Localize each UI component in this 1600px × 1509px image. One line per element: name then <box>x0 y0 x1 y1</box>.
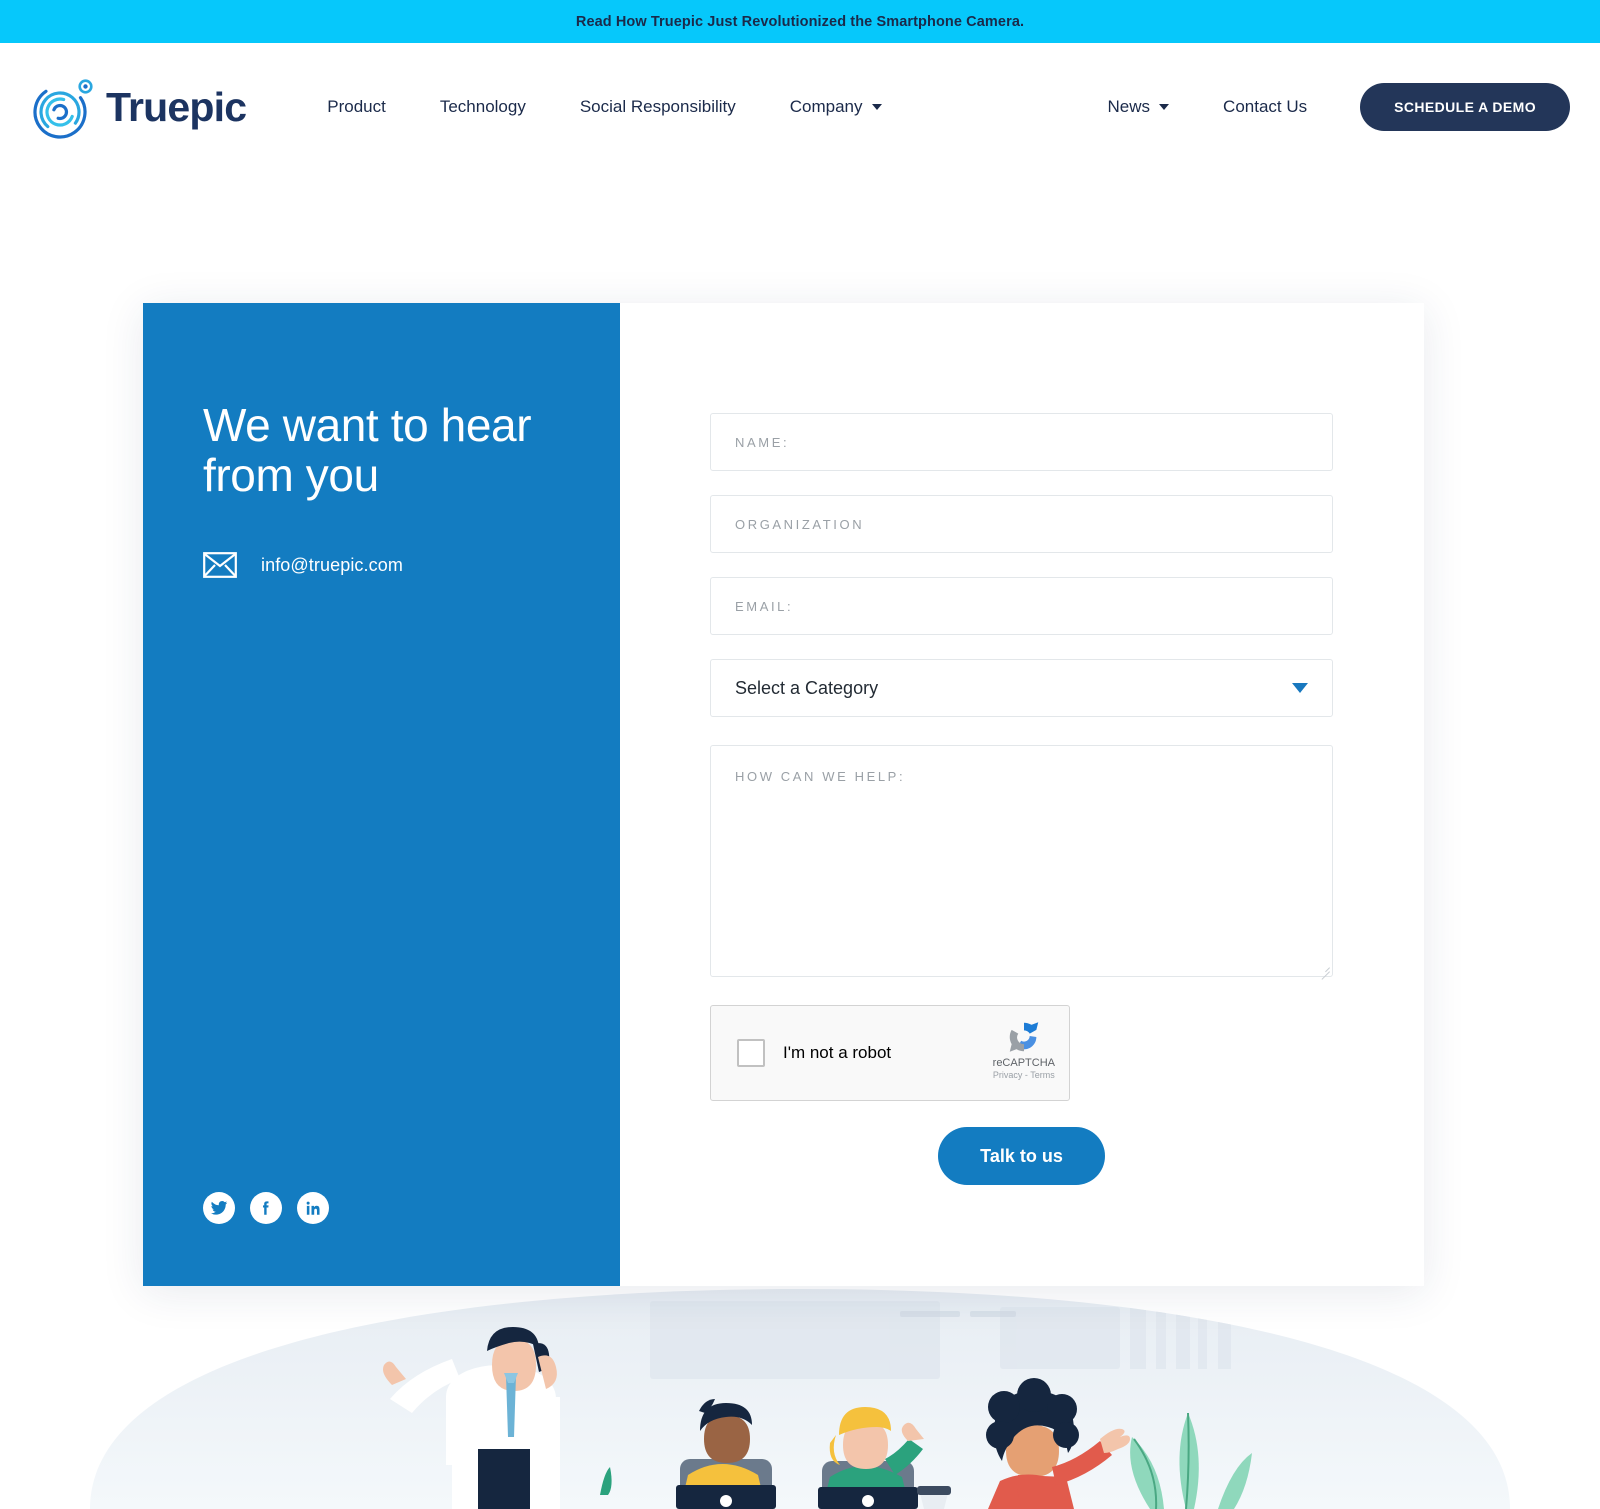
organization-field[interactable]: ORGANIZATION <box>710 495 1333 553</box>
logo[interactable]: Truepic <box>28 72 247 142</box>
schedule-demo-button[interactable]: SCHEDULE A DEMO <box>1360 83 1570 131</box>
announcement-banner[interactable]: Read How Truepic Just Revolutionized the… <box>0 0 1600 43</box>
submit-row: Talk to us <box>710 1127 1333 1185</box>
message-field-placeholder: HOW CAN WE HELP: <box>735 769 906 784</box>
chevron-down-icon <box>871 104 882 110</box>
nav-item-contact-us[interactable]: Contact Us <box>1196 97 1334 117</box>
nav-item-label: Social Responsibility <box>579 97 736 116</box>
recaptcha-logo-icon <box>1005 1018 1043 1056</box>
category-select-value: Select a Category <box>735 677 879 698</box>
panel-title: We want to hear from you <box>203 399 532 501</box>
nav-item-label: News <box>1107 97 1151 116</box>
primary-nav: Product Technology Social Responsibility… <box>300 97 908 117</box>
panel-email-address: info@truepic.com <box>261 554 403 575</box>
social-links <box>203 1192 329 1224</box>
name-field[interactable]: NAME: <box>710 413 1333 471</box>
email-field-placeholder: EMAIL: <box>735 598 794 614</box>
site-header: Truepic Product Technology Social Respon… <box>0 43 1600 171</box>
facebook-icon[interactable] <box>250 1192 282 1224</box>
recaptcha-widget[interactable]: I'm not a robot reCAPTCHA Privacy - Term… <box>710 1005 1070 1101</box>
contact-form: NAME: ORGANIZATION EMAIL: Select a Categ… <box>620 303 1424 1286</box>
nav-item-company[interactable]: Company <box>763 97 909 117</box>
category-select[interactable]: Select a Category <box>710 659 1333 717</box>
email-field[interactable]: EMAIL: <box>710 577 1333 635</box>
textarea-resize-handle[interactable] <box>1318 962 1330 980</box>
nav-item-social-responsibility[interactable]: Social Responsibility <box>553 97 763 117</box>
recaptcha-checkbox[interactable] <box>737 1039 765 1067</box>
name-field-placeholder: NAME: <box>735 434 790 450</box>
truepic-spiral-logo-icon <box>28 72 98 142</box>
submit-button[interactable]: Talk to us <box>938 1127 1105 1185</box>
linkedin-icon[interactable] <box>297 1192 329 1224</box>
secondary-nav: News Contact Us SCHEDULE A DEMO <box>1081 83 1570 131</box>
nav-item-label: Contact Us <box>1223 97 1308 116</box>
nav-item-label: Product <box>327 97 386 116</box>
nav-item-label: Technology <box>439 97 526 116</box>
organization-field-placeholder: ORGANIZATION <box>735 516 865 532</box>
panel-email-row[interactable]: info@truepic.com <box>203 552 620 579</box>
contact-info-panel: We want to hear from you info@truepic.co… <box>143 303 620 1286</box>
logo-wordmark: Truepic <box>106 83 247 130</box>
recaptcha-label: I'm not a robot <box>783 1043 892 1062</box>
message-field[interactable]: HOW CAN WE HELP: <box>710 745 1333 980</box>
nav-item-product[interactable]: Product <box>300 97 413 117</box>
contact-card: We want to hear from you info@truepic.co… <box>143 303 1424 1286</box>
chevron-down-icon <box>1159 104 1170 110</box>
envelope-icon <box>203 552 237 579</box>
nav-item-technology[interactable]: Technology <box>413 97 553 117</box>
chevron-down-icon <box>1292 683 1308 693</box>
twitter-icon[interactable] <box>203 1192 235 1224</box>
recaptcha-legal-links[interactable]: Privacy - Terms <box>993 1070 1055 1080</box>
nav-item-label: Company <box>789 97 863 116</box>
office-team-illustration <box>0 1289 1600 1509</box>
announcement-text: Read How Truepic Just Revolutionized the… <box>575 13 1025 30</box>
recaptcha-brand-name: reCAPTCHA <box>992 1057 1055 1069</box>
recaptcha-branding: reCAPTCHA Privacy - Terms <box>993 1018 1055 1080</box>
nav-item-news[interactable]: News <box>1081 97 1197 117</box>
